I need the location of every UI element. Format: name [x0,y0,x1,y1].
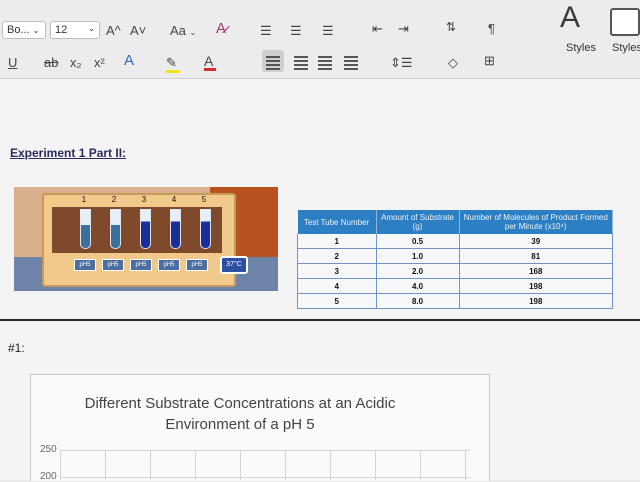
decrease-indent-icon[interactable]: ⇤ [372,22,383,36]
table-cell: 198 [459,278,613,294]
justify-button[interactable] [344,54,358,72]
subscript-button[interactable]: x₂ [70,56,82,70]
table-row: 4 4.0 198 [297,278,613,294]
font-color-button[interactable]: A [204,54,216,71]
table-cell: 3 [297,263,377,279]
multilevel-list-icon[interactable]: ☰ [322,24,334,38]
test-tube-3 [140,209,151,249]
tube-number: 5 [201,195,207,204]
highlight-color-swatch [166,70,180,73]
bullets-icon[interactable]: ☰ [260,24,272,38]
chart-title-line-1: Different Substrate Concentrations at an… [84,395,396,412]
highlight-button[interactable]: ✎ [166,56,180,73]
strikethrough-button[interactable]: ab [44,56,58,70]
styles-label[interactable]: Styles [566,42,596,54]
align-left-button[interactable] [262,50,284,72]
table-row: 5 8.0 198 [297,293,613,309]
font-size-value: 12 [55,24,68,36]
question-label: #1: [8,341,25,355]
font-name-select[interactable]: Bo... ⌄ [2,21,46,39]
table-row: 1 0.5 39 [297,234,613,249]
test-tube-5 [200,209,211,249]
test-tube-4 [170,209,181,249]
table-header: Amount of Substrate (g) [376,210,460,234]
table-cell: 0.5 [376,234,460,249]
table-cell: 198 [459,293,613,309]
table-cell: 1.0 [376,248,460,264]
table-cell: 5 [297,293,377,309]
clear-formatting-icon[interactable]: A̷ [216,21,226,36]
tube-number: 2 [111,195,117,204]
ph-label: pH5 [74,259,96,271]
font-size-select[interactable]: 12 ⌄ [50,21,100,39]
tube-number: 1 [81,195,87,204]
ph-label: pH5 [102,259,124,271]
ph-label: pH5 [186,259,208,271]
line-spacing-icon[interactable]: ⇕☰ [390,56,413,70]
paragraph-mark-icon[interactable]: ¶ [488,22,495,36]
table-cell: 2 [297,248,377,264]
table-cell: 168 [459,263,613,279]
shrink-font-button[interactable]: A˅ [130,24,146,38]
lab-simulation-image: 1 2 3 4 5 pH5 pH5 pH5 pH5 pH5 37°C [14,187,278,291]
table-cell: 4 [297,278,377,294]
table-cell: 4.0 [376,278,460,294]
shading-icon[interactable]: ◇ [448,56,458,70]
chart-title-line-2: Environment of a pH 5 [165,416,315,433]
styles-pane-icon[interactable] [610,8,640,36]
change-case-button[interactable]: Aa ⌄ [170,24,196,40]
numbering-icon[interactable]: ☰ [290,24,302,38]
align-right-button[interactable] [318,54,332,72]
table-row: 3 2.0 168 [297,263,613,279]
temperature-label: 37°C [220,256,248,274]
test-tube-1 [80,209,91,249]
ph-label: pH5 [158,259,180,271]
text-effects-button[interactable]: A [124,53,134,68]
tube-number: 3 [141,195,147,204]
align-center-button[interactable] [294,54,308,72]
table-row: 2 1.0 81 [297,248,613,264]
tube-number: 4 [171,195,177,204]
y-tick-label: 250 [40,444,57,455]
section-divider [0,319,640,321]
table-cell: 81 [459,248,613,264]
table-cell: 2.0 [376,263,460,279]
table-cell: 39 [459,234,613,249]
grow-font-button[interactable]: A^ [106,24,121,38]
table-header: Number of Molecules of Product Formed pe… [459,210,613,234]
superscript-button[interactable]: x² [94,56,105,70]
y-tick-label: 200 [40,471,57,482]
increase-indent-icon[interactable]: ⇥ [398,22,409,36]
chart-gridlines [60,450,470,480]
styles-pane-label[interactable]: Styles Pane [612,42,640,54]
formatting-ribbon: Bo... ⌄ 12 ⌄ A^ A˅ Aa ⌄ A̷ ☰ ☰ ☰ ⇤ ⇥ ⇅ ¶… [0,0,640,79]
table-header-row: Test Tube Number Amount of Substrate (g)… [297,210,613,234]
table-cell: 1 [297,234,377,249]
test-tube-2 [110,209,121,249]
table-cell: 8.0 [376,293,460,309]
underline-button[interactable]: U [8,56,17,70]
font-name-value: Bo... [7,24,30,36]
results-table: Test Tube Number Amount of Substrate (g)… [297,210,613,309]
chart-title: Different Substrate Concentrations at an… [30,393,450,435]
borders-icon[interactable]: ⊞ [484,54,495,68]
ph-label: pH5 [130,259,152,271]
test-tube-rack: 1 2 3 4 5 pH5 pH5 pH5 pH5 pH5 37°C [42,193,248,287]
table-header: Test Tube Number [297,210,377,234]
experiment-heading: Experiment 1 Part II: [10,146,127,160]
sort-icon[interactable]: ⇅ [446,20,456,34]
styles-gallery-icon[interactable]: A [560,2,580,34]
